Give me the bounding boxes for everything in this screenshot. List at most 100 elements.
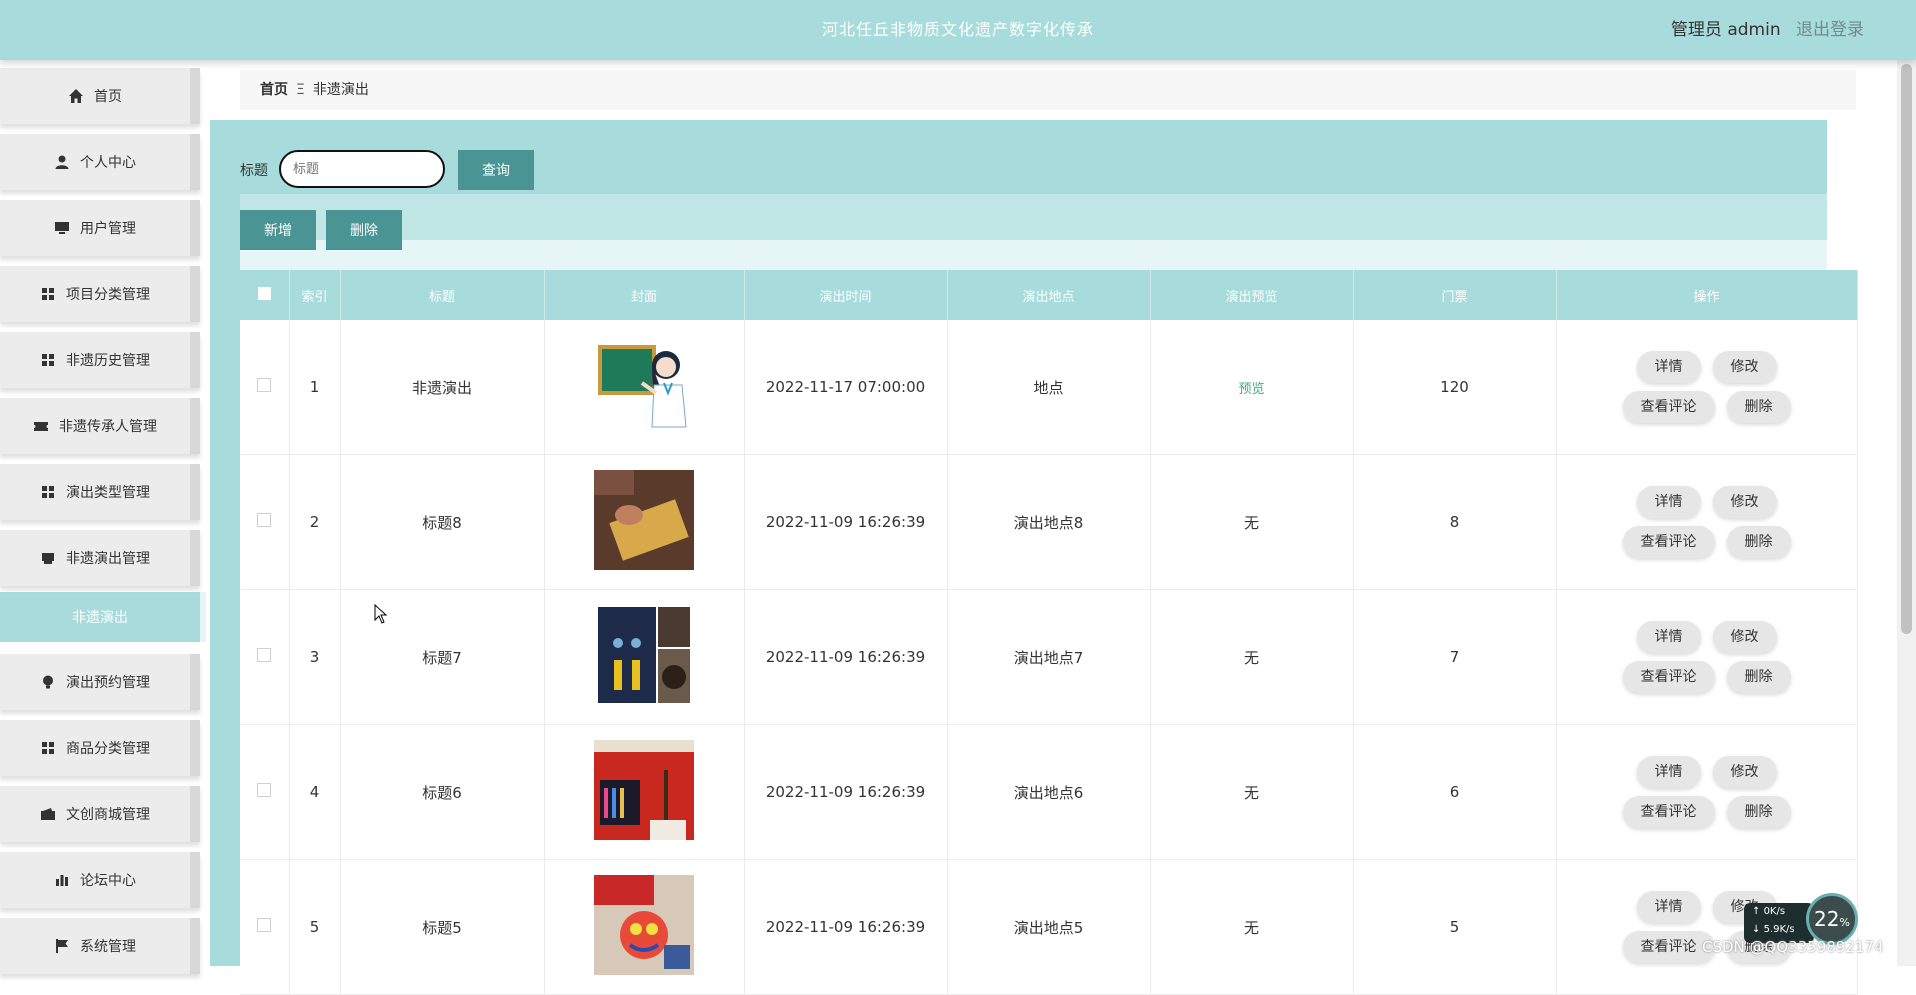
edit-button[interactable]: 修改 xyxy=(1712,486,1777,518)
row-select-cell[interactable] xyxy=(240,320,290,455)
add-button[interactable]: 新增 xyxy=(240,210,316,250)
sidebar-item-label: 首页 xyxy=(94,89,122,105)
table-row: 4 标题6 2022-11-09 16:26:39 演出地点6 无 6 详情 修改… xyxy=(240,724,1858,860)
sidebar-item-shop[interactable]: 文创商城管理 xyxy=(0,786,200,842)
sidebar-item-profile[interactable]: 个人中心 xyxy=(0,134,200,190)
time-cell: 2022-11-09 16:26:39 xyxy=(744,589,948,725)
ticket-cell: 5 xyxy=(1353,859,1557,995)
search-label: 标题 xyxy=(240,163,268,179)
scrollbar-thumb[interactable] xyxy=(1901,64,1912,634)
row-checkbox[interactable] xyxy=(257,918,272,932)
sidebar-item-reservations[interactable]: 演出预约管理 xyxy=(0,654,200,710)
view-comments-button[interactable]: 查看评论 xyxy=(1622,526,1715,558)
cover-image xyxy=(598,607,690,703)
mouse-cursor-icon xyxy=(374,604,388,624)
row-select-cell[interactable] xyxy=(240,454,290,590)
column-header: 演出预览 xyxy=(1150,270,1354,320)
user-icon xyxy=(55,155,69,169)
location-cell: 演出地点8 xyxy=(947,454,1151,590)
index-cell: 3 xyxy=(289,589,341,725)
row-checkbox[interactable] xyxy=(257,513,272,527)
select-all-checkbox[interactable] xyxy=(257,286,271,300)
delete-row-button[interactable]: 删除 xyxy=(1726,661,1791,693)
sidebar-item-users[interactable]: 用户管理 xyxy=(0,200,200,256)
sidebar-item-label: 论坛中心 xyxy=(80,873,136,889)
view-comments-button[interactable]: 查看评论 xyxy=(1622,931,1715,963)
delete-row-button[interactable]: 删除 xyxy=(1726,796,1791,828)
view-comments-button[interactable]: 查看评论 xyxy=(1622,391,1715,423)
row-select-cell[interactable] xyxy=(240,589,290,725)
sidebar-item-label: 系统管理 xyxy=(80,939,136,955)
table-row: 3 标题7 2022-11-09 16:26:39 演出地点7 无 7 详情 修改 xyxy=(240,589,1858,725)
table-row: 5 标题5 2022-11-09 16:26:39 演出地点5 无 5 详情修改… xyxy=(240,859,1858,995)
grid-icon xyxy=(42,486,54,498)
sidebar-item-home[interactable]: 首页 xyxy=(0,68,200,124)
grid-icon xyxy=(42,288,54,300)
sidebar-item-product-category[interactable]: 商品分类管理 xyxy=(0,720,200,776)
breadcrumb-current: 非遗演出 xyxy=(312,82,369,98)
user-area: 管理员 admin 退出登录 xyxy=(1671,0,1864,60)
title-cell: 标题7 xyxy=(340,589,545,725)
actions-cell: 详情修改 查看评论删除 xyxy=(1556,454,1858,590)
title-cell: 标题8 xyxy=(340,454,545,590)
location-cell: 演出地点5 xyxy=(947,859,1151,995)
download-arrow-icon: ↓ xyxy=(1752,924,1764,935)
sidebar-item-label: 非遗传承人管理 xyxy=(59,419,157,435)
column-header: 标题 xyxy=(340,270,545,320)
content-accent-strip xyxy=(210,120,240,966)
ticket-cell: 7 xyxy=(1353,589,1557,725)
row-checkbox[interactable] xyxy=(257,783,272,797)
title-search-input[interactable] xyxy=(279,150,445,188)
delete-row-button[interactable]: 删除 xyxy=(1726,391,1791,423)
breadcrumb-home[interactable]: 首页 xyxy=(260,82,288,98)
ticket-cell: 120 xyxy=(1353,320,1557,455)
row-checkbox[interactable] xyxy=(257,648,272,662)
row-checkbox[interactable] xyxy=(257,378,272,392)
actions-cell: 详情修改 查看评论删除 xyxy=(1556,724,1858,860)
delete-row-button[interactable]: 删除 xyxy=(1726,526,1791,558)
preview-link[interactable]: 预览 xyxy=(1238,382,1264,397)
sidebar-subitem-heritage-show[interactable]: 非遗演出 xyxy=(0,592,206,642)
sidebar-item-inheritors[interactable]: 非遗传承人管理 xyxy=(0,398,200,454)
index-cell: 1 xyxy=(289,320,341,455)
sidebar-item-project-category[interactable]: 项目分类管理 xyxy=(0,266,200,322)
sidebar-item-forum[interactable]: 论坛中心 xyxy=(0,852,200,908)
detail-button[interactable]: 详情 xyxy=(1636,486,1701,518)
current-user: 管理员 admin xyxy=(1670,20,1781,40)
column-header: 封面 xyxy=(544,270,745,320)
index-cell: 2 xyxy=(289,454,341,590)
row-select-cell[interactable] xyxy=(240,724,290,860)
shows-table: 索引 标题 封面 演出时间 演出地点 演出预览 门票 操作 1 非遗演出 202… xyxy=(240,270,1858,995)
logout-link[interactable]: 退出登录 xyxy=(1796,20,1864,40)
breadcrumb-separator: Ξ xyxy=(296,82,305,98)
title-cell: 非遗演出 xyxy=(340,320,545,455)
column-header: 操作 xyxy=(1556,270,1858,320)
detail-button[interactable]: 详情 xyxy=(1636,351,1701,383)
query-button[interactable]: 查询 xyxy=(458,150,534,190)
time-cell: 2022-11-09 16:26:39 xyxy=(744,454,948,590)
select-all-cell[interactable] xyxy=(240,270,290,320)
bar-chart-icon xyxy=(56,875,68,886)
detail-button[interactable]: 详情 xyxy=(1636,621,1701,653)
column-header: 演出地点 xyxy=(947,270,1151,320)
edit-button[interactable]: 修改 xyxy=(1712,756,1777,788)
row-select-cell[interactable] xyxy=(240,859,290,995)
detail-button[interactable]: 详情 xyxy=(1636,756,1701,788)
sidebar-item-label: 项目分类管理 xyxy=(66,287,150,303)
sidebar-item-show-types[interactable]: 演出类型管理 xyxy=(0,464,200,520)
cover-cell xyxy=(544,589,745,725)
batch-delete-button[interactable]: 删除 xyxy=(326,210,402,250)
sidebar-item-heritage-history[interactable]: 非遗历史管理 xyxy=(0,332,200,388)
top-bar: 河北任丘非物质文化遗产数字化传承 管理员 admin 退出登录 xyxy=(0,0,1916,60)
edit-button[interactable]: 修改 xyxy=(1712,351,1777,383)
actions-cell: 详情修改 查看评论删除 xyxy=(1556,589,1858,725)
view-comments-button[interactable]: 查看评论 xyxy=(1622,661,1715,693)
edit-button[interactable]: 修改 xyxy=(1712,621,1777,653)
sidebar: 首页 个人中心 用户管理 项目分类管理 非遗历史管理 非遗传承人管理 演出类型管… xyxy=(0,68,210,984)
view-comments-button[interactable]: 查看评论 xyxy=(1622,796,1715,828)
sidebar-item-label: 演出预约管理 xyxy=(66,675,150,691)
grid-icon xyxy=(42,354,54,366)
detail-button[interactable]: 详情 xyxy=(1636,891,1701,923)
sidebar-item-heritage-shows[interactable]: 非遗演出管理 xyxy=(0,530,200,586)
home-icon xyxy=(69,89,83,103)
